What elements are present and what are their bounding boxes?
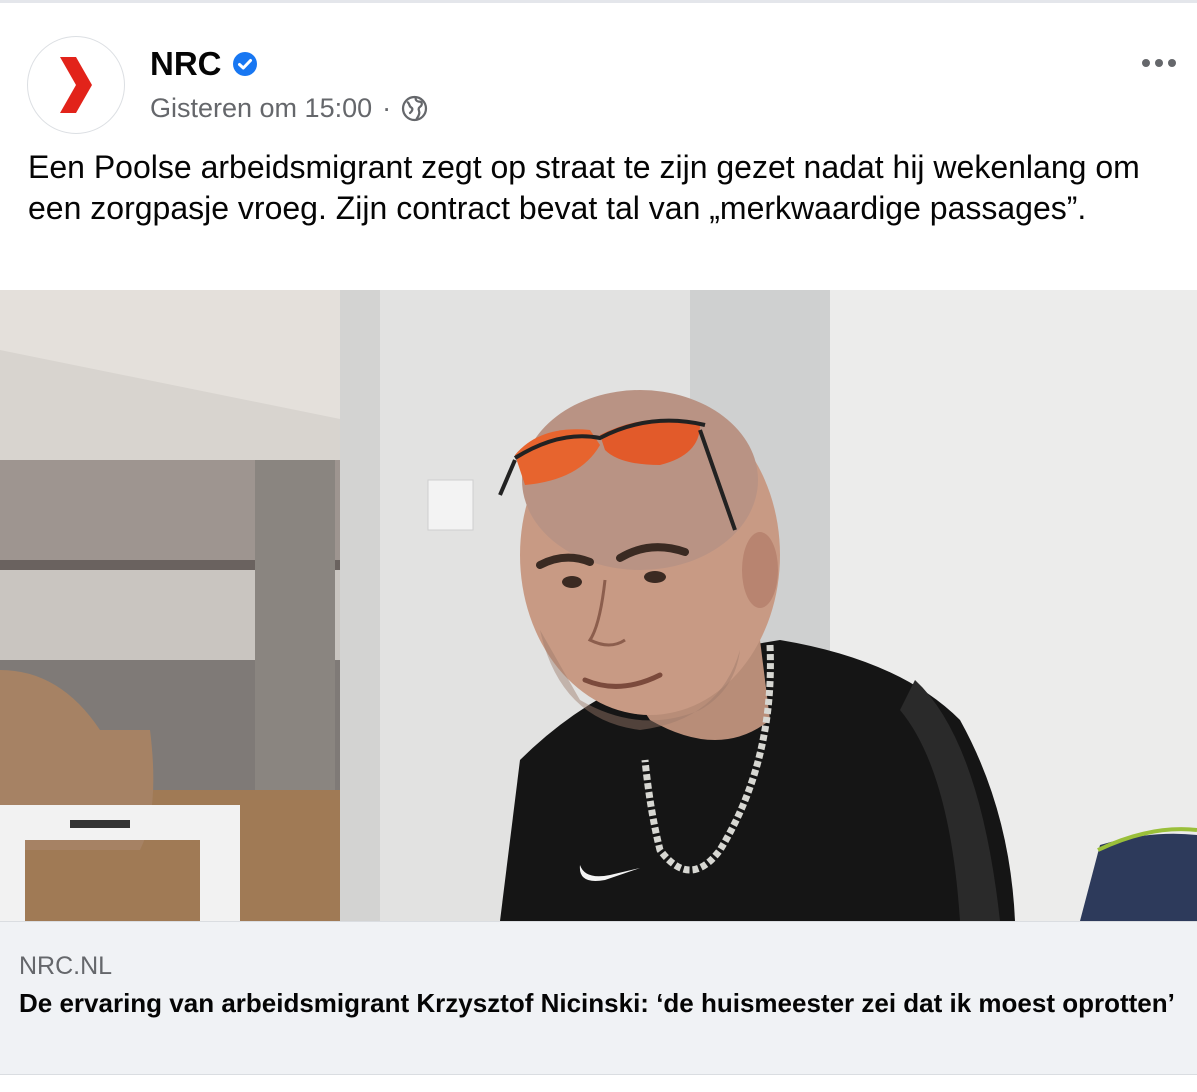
nrc-logo-icon [60, 57, 92, 113]
page-name-link[interactable]: NRC [150, 45, 222, 83]
post-meta: Gisteren om 15:00 · [150, 93, 428, 124]
link-title[interactable]: De ervaring van arbeidsmigrant Krzysztof… [19, 987, 1179, 1019]
more-dot [1142, 59, 1150, 67]
meta-separator: · [382, 93, 392, 123]
post-timestamp[interactable]: Gisteren om 15:00 [150, 93, 372, 124]
link-preview-card[interactable]: NRC.NL De ervaring van arbeidsmigrant Kr… [0, 921, 1197, 1074]
link-domain: NRC.NL [19, 952, 113, 980]
page-name-row: NRC [150, 45, 258, 83]
facebook-post: NRC Gisteren om 15:00 · Een Poolse arbei… [0, 3, 1197, 1092]
more-options-icon[interactable] [1142, 55, 1182, 71]
page-avatar[interactable] [27, 36, 125, 134]
post-photo[interactable] [0, 290, 1197, 921]
verified-badge-icon [232, 52, 257, 76]
post-message: Een Poolse arbeidsmigrant zegt op straat… [28, 149, 1140, 226]
bottom-divider [0, 1074, 1197, 1075]
more-dot [1155, 59, 1163, 67]
more-dot [1168, 59, 1176, 67]
globe-icon[interactable] [401, 95, 428, 122]
